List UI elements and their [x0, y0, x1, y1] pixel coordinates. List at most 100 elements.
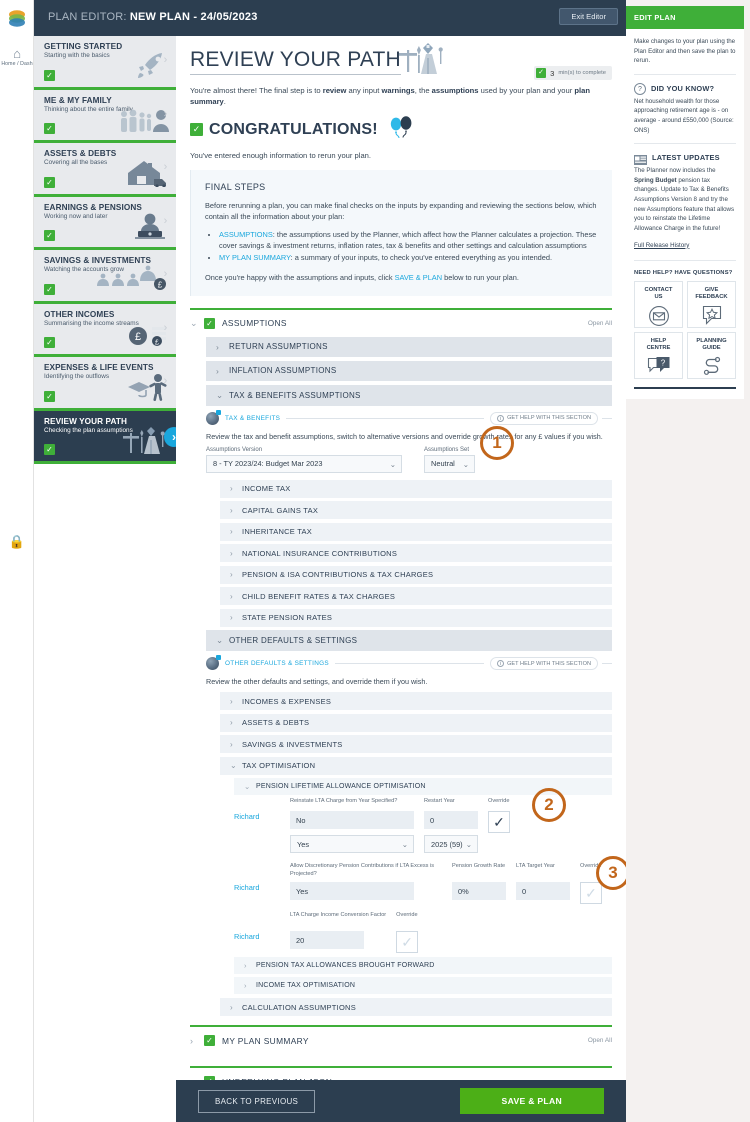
- open-all-link[interactable]: Open All: [588, 1037, 612, 1044]
- override-checkbox-2[interactable]: ✓: [580, 882, 602, 905]
- override-checkbox-1[interactable]: ✓: [488, 811, 510, 834]
- override-field-1: Override ✓: [488, 798, 510, 834]
- accordion-assumptions[interactable]: ⌄ ✓ ASSUMPTIONS Open All: [190, 310, 612, 337]
- reinstate-lta-field: Reinstate LTA Charge from Year Specified…: [290, 798, 414, 854]
- sidebar-item-me-my-family[interactable]: ME & MY FAMILY Thinking about the entire…: [34, 89, 176, 143]
- row-savings-investments[interactable]: › SAVINGS & INVESTMENTS: [220, 735, 612, 754]
- lock-icon[interactable]: 🔒: [0, 534, 34, 550]
- lede-8: .: [223, 97, 226, 106]
- reinstate-lta-select[interactable]: Yes ⌄: [290, 835, 414, 854]
- accordion-my-plan-summary[interactable]: › ✓ MY PLAN SUMMARY Open All: [190, 1027, 612, 1054]
- app-root: ⌂ Home / Dash 🔒 GETTING STARTED Starting…: [0, 0, 750, 1122]
- latest-updates-header: LATEST UPDATES: [634, 152, 736, 166]
- row-inflation-assumptions[interactable]: › INFLATION ASSUMPTIONS: [206, 360, 612, 381]
- full-release-history-link[interactable]: Full Release History: [634, 242, 689, 249]
- row-state-pension-rates[interactable]: › STATE PENSION RATES: [220, 608, 612, 627]
- sidebar-item-savings-investments[interactable]: SAVINGS & INVESTMENTS Watching the accou…: [34, 250, 176, 304]
- row-label: NATIONAL INSURANCE CONTRIBUTIONS: [242, 548, 398, 558]
- lta-row-2: Richard Allow Discretionary Pension Cont…: [234, 863, 612, 905]
- congratulations-banner: ✓ CONGRATULATIONS!: [190, 116, 612, 143]
- contact-us-card[interactable]: CONTACT US: [634, 280, 683, 328]
- row-other-defaults-settings[interactable]: ⌄ OTHER DEFAULTS & SETTINGS: [206, 630, 612, 652]
- save-plan-link[interactable]: SAVE & PLAN: [395, 273, 443, 282]
- exit-editor-button[interactable]: Exit Editor: [559, 8, 618, 25]
- sidebar-item-assets-debts[interactable]: ASSETS & DEBTS Covering all the bases ✓ …: [34, 143, 176, 197]
- svg-text:?: ?: [660, 358, 665, 367]
- outro-pre: Once you're happy with the assumptions a…: [205, 272, 395, 282]
- row-income-tax-optimisation[interactable]: › INCOME TAX OPTIMISATION: [234, 977, 612, 995]
- plan-summary-link[interactable]: MY PLAN SUMMARY: [219, 253, 291, 262]
- sidebar-item-getting-started[interactable]: GETTING STARTED Starting with the basics…: [34, 36, 176, 90]
- brand-logo[interactable]: [6, 8, 28, 30]
- mins-text: min(s) to complete: [558, 70, 606, 76]
- row-incomes-expenses[interactable]: › INCOMES & EXPENSES: [220, 692, 612, 711]
- lede-4: , the: [414, 86, 432, 95]
- save-and-plan-button[interactable]: SAVE & PLAN: [459, 1088, 604, 1114]
- section-title: TAX & BENEFITS: [225, 414, 281, 422]
- assumptions-version-field: Assumptions Version 8 - TY 2023/24: Budg…: [206, 447, 402, 473]
- nav-title: ASSETS & DEBTS: [44, 149, 117, 158]
- row-national-insurance[interactable]: › NATIONAL INSURANCE CONTRIBUTIONS: [220, 544, 612, 563]
- help-cards-grid: CONTACT US GIVE FEEDBACK HELP CENTRE ? P…: [634, 280, 736, 379]
- chevron-down-icon: ⌄: [244, 782, 251, 792]
- field-label: Override: [488, 798, 510, 805]
- mins-number: 3: [550, 68, 555, 78]
- other-defaults-description: Review the other defaults and settings, …: [206, 677, 428, 687]
- back-to-previous-button[interactable]: BACK TO PREVIOUS: [198, 1089, 316, 1113]
- assumptions-set-select[interactable]: Neutral ⌄: [424, 454, 475, 473]
- section-title: OTHER DEFAULTS & SETTINGS: [225, 660, 329, 668]
- divider: [286, 417, 485, 419]
- row-inheritance-tax[interactable]: › INHERITANCE TAX: [220, 522, 612, 541]
- check-icon: ✓: [204, 1035, 215, 1047]
- balloons-icon: [388, 116, 414, 143]
- row-tax-benefits-assumptions[interactable]: ⌄ TAX & BENEFITS ASSUMPTIONS: [206, 384, 612, 406]
- help-label: GET HELP WITH THIS SECTION: [507, 660, 591, 667]
- marker-label: 2: [544, 795, 554, 814]
- chevron-right-icon: ›: [244, 961, 247, 971]
- chevron-right-icon: ›: [230, 484, 233, 494]
- sidebar-item-other-incomes[interactable]: OTHER INCOMES Summarising the income str…: [34, 303, 176, 357]
- main-content: REVIEW YOUR PATH ✓ 3 min(s) to complete …: [176, 36, 626, 1122]
- give-feedback-card[interactable]: GIVE FEEDBACK: [687, 280, 736, 330]
- chevron-right-icon: ›: [163, 321, 168, 334]
- chevron-right-icon: ›: [230, 718, 233, 728]
- sidebar-item-earnings-pensions[interactable]: EARNINGS & PENSIONS Working now and late…: [34, 196, 176, 250]
- time-to-complete-badge: ✓ 3 min(s) to complete: [534, 66, 612, 80]
- final-steps-list: ASSUMPTIONS: the assumptions used by the…: [219, 229, 598, 263]
- star-speech-icon: [701, 305, 723, 330]
- sidebar-item-home[interactable]: ⌂ Home / Dash: [0, 47, 34, 67]
- lu-bold: Spring Budget: [634, 176, 677, 184]
- help-label: GET HELP WITH THIS SECTION: [507, 415, 591, 422]
- row-child-benefit-rates[interactable]: › CHILD BENEFIT RATES & TAX CHARGES: [220, 587, 612, 606]
- sidebar-item-expenses-life-events[interactable]: EXPENSES & LIFE EVENTS Identifying the o…: [34, 357, 176, 411]
- row-return-assumptions[interactable]: › RETURN ASSUMPTIONS: [206, 336, 612, 357]
- chevron-down-icon: ⌄: [401, 840, 408, 850]
- row-pension-isa-contributions[interactable]: › PENSION & ISA CONTRIBUTIONS & TAX CHAR…: [220, 565, 612, 584]
- editor-footer: BACK TO PREVIOUS SAVE & PLAN: [176, 1080, 626, 1122]
- row-income-tax[interactable]: › INCOME TAX: [220, 479, 612, 498]
- chevron-right-icon: ›: [230, 739, 233, 749]
- check-icon: ✓: [204, 317, 215, 329]
- assumptions-version-select[interactable]: 8 - TY 2023/24: Budget Mar 2023 ⌄: [206, 454, 402, 473]
- divider: [602, 663, 612, 665]
- chevron-right-icon[interactable]: ›: [164, 426, 176, 447]
- assumptions-link[interactable]: ASSUMPTIONS: [219, 230, 273, 239]
- get-help-button[interactable]: i GET HELP WITH THIS SECTION: [490, 411, 598, 425]
- row-capital-gains-tax[interactable]: › CAPITAL GAINS TAX: [220, 501, 612, 520]
- help-centre-card[interactable]: HELP CENTRE ?: [634, 331, 683, 379]
- nav-title: EXPENSES & LIFE EVENTS: [44, 363, 154, 372]
- planning-guide-card[interactable]: PLANNING GUIDE: [687, 331, 736, 379]
- row-tax-optimisation[interactable]: ⌄ TAX OPTIMISATION: [220, 756, 612, 775]
- lu-part1: The Planner now includes the: [634, 167, 716, 175]
- row-calculation-assumptions[interactable]: › CALCULATION ASSUMPTIONS: [220, 998, 612, 1017]
- get-help-button[interactable]: i GET HELP WITH THIS SECTION: [490, 657, 598, 671]
- sidebar-item-review-your-path[interactable]: REVIEW YOUR PATH Checking the plan assum…: [34, 410, 176, 464]
- row-pension-tax-allowances[interactable]: › PENSION TAX ALLOWANCES BROUGHT FORWARD: [234, 957, 612, 975]
- plan-steps-nav: GETTING STARTED Starting with the basics…: [34, 36, 176, 1122]
- row-assets-debts[interactable]: › ASSETS & DEBTS: [220, 713, 612, 732]
- chevron-right-icon: ›: [244, 981, 247, 991]
- restart-year-select[interactable]: 2025 (59) ⌄: [424, 835, 478, 854]
- override-checkbox-3[interactable]: ✓: [396, 931, 419, 954]
- congratulations-text: CONGRATULATIONS!: [209, 120, 378, 138]
- open-all-link[interactable]: Open All: [588, 320, 612, 327]
